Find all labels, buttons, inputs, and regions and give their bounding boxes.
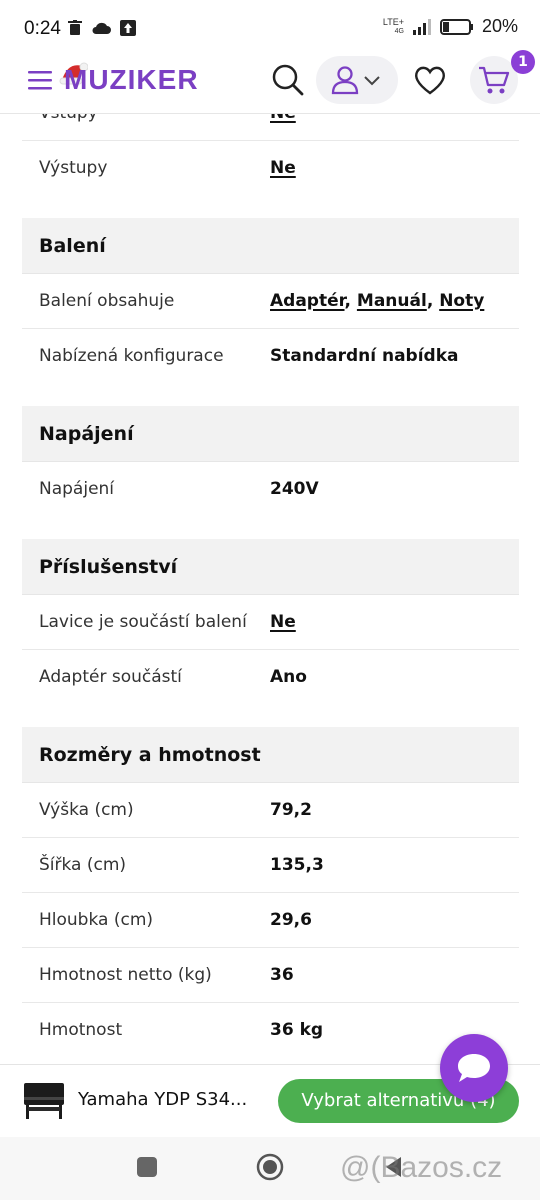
cart-count-badge: 1 [511,50,535,74]
status-time: 0:24 [24,18,61,39]
spec-label: Hmotnost [39,1020,123,1040]
section-title: Balení [39,235,106,257]
spec-value: 79,2 [270,800,312,820]
recents-button[interactable] [137,1157,157,1177]
battery-percent: 20% [481,16,518,36]
spec-value: 36 kg [270,1020,324,1040]
spec-value: Standardní nabídka [270,346,459,366]
cart-icon [479,66,510,94]
logo-text: MUZIKER [64,64,199,95]
spec-value-link[interactable]: Manuál [357,291,427,311]
chat-button[interactable] [440,1034,508,1102]
battery-icon [439,18,473,35]
section-header-power: Napájení [22,406,519,462]
site-header: MUZIKER 1 [0,50,540,114]
spec-label: Šířka (cm) [39,855,127,875]
chevron-down-icon [364,76,380,86]
section-header-packaging: Balení [22,218,519,274]
android-nav-bar: @(Bazos.cz [0,1137,540,1200]
spec-value: Ano [270,667,307,687]
section-header-dimensions: Rozměry a hmotnost [22,727,519,783]
status-bar: 0:24 LTE+ 4G 20% [0,0,540,56]
section-title: Rozměry a hmotnost [39,744,261,766]
spec-label: Balení obsahuje [39,291,175,311]
logo[interactable]: MUZIKER [56,58,206,106]
spec-value-link[interactable]: Ne [270,612,296,632]
account-button[interactable] [316,56,398,104]
spec-label: Nabízená konfigurace [39,346,224,366]
section-header-accessories: Příslušenství [22,539,519,595]
heart-icon[interactable] [412,62,448,98]
spec-value: 36 [270,965,294,985]
spec-value: 135,3 [270,855,324,875]
spec-row: Výstupy Ne [22,141,519,196]
chat-bubble-icon [458,1054,490,1082]
piano-thumbnail[interactable] [22,1081,66,1121]
spec-value-link[interactable]: Ne [270,158,296,178]
network-sub: 4G [394,27,404,35]
spec-row: Adaptér součástí Ano [22,650,519,705]
spec-value-link[interactable]: Adaptér [270,291,345,311]
spec-row: Balení obsahuje Adaptér, Manuál, Noty [22,274,519,329]
spec-label: Výstupy [39,158,108,178]
spec-label: Výška (cm) [39,800,134,820]
menu-icon[interactable] [28,70,52,90]
trash-icon [68,20,82,35]
spec-label: Hmotnost netto (kg) [39,965,212,985]
signal-icon [412,18,431,35]
network-type: LTE+ [382,16,404,27]
section-title: Příslušenství [39,556,178,578]
spec-row: Výška (cm) 79,2 [22,783,519,838]
spec-label: Adaptér součástí [39,667,182,687]
spec-row: Hmotnost netto (kg) 36 [22,948,519,1003]
spec-label: Napájení [39,479,115,499]
spec-value: 240V [270,479,319,499]
spec-table: Vstupy Ne Výstupy Ne Balení Balení obsah… [22,86,519,1058]
product-name[interactable]: Yamaha YDP S34... [78,1089,247,1110]
spec-row: Šířka (cm) 135,3 [22,838,519,893]
spec-label: Lavice je součástí balení [39,612,247,632]
spec-row: Lavice je součástí balení Ne [22,595,519,650]
spec-value-link[interactable]: Noty [439,291,484,311]
watermark: @(Bazos.cz [340,1151,503,1184]
user-icon [331,66,359,95]
spec-row: Hloubka (cm) 29,6 [22,893,519,948]
spec-row: Napájení 240V [22,462,519,517]
spec-row: Nabízená konfigurace Standardní nabídka [22,329,519,384]
search-icon[interactable] [270,62,306,98]
spec-label: Hloubka (cm) [39,910,154,930]
home-button[interactable] [256,1153,284,1181]
upload-icon [120,20,136,36]
cloud-icon [92,22,111,34]
section-title: Napájení [39,423,134,445]
spec-value: 29,6 [270,910,312,930]
